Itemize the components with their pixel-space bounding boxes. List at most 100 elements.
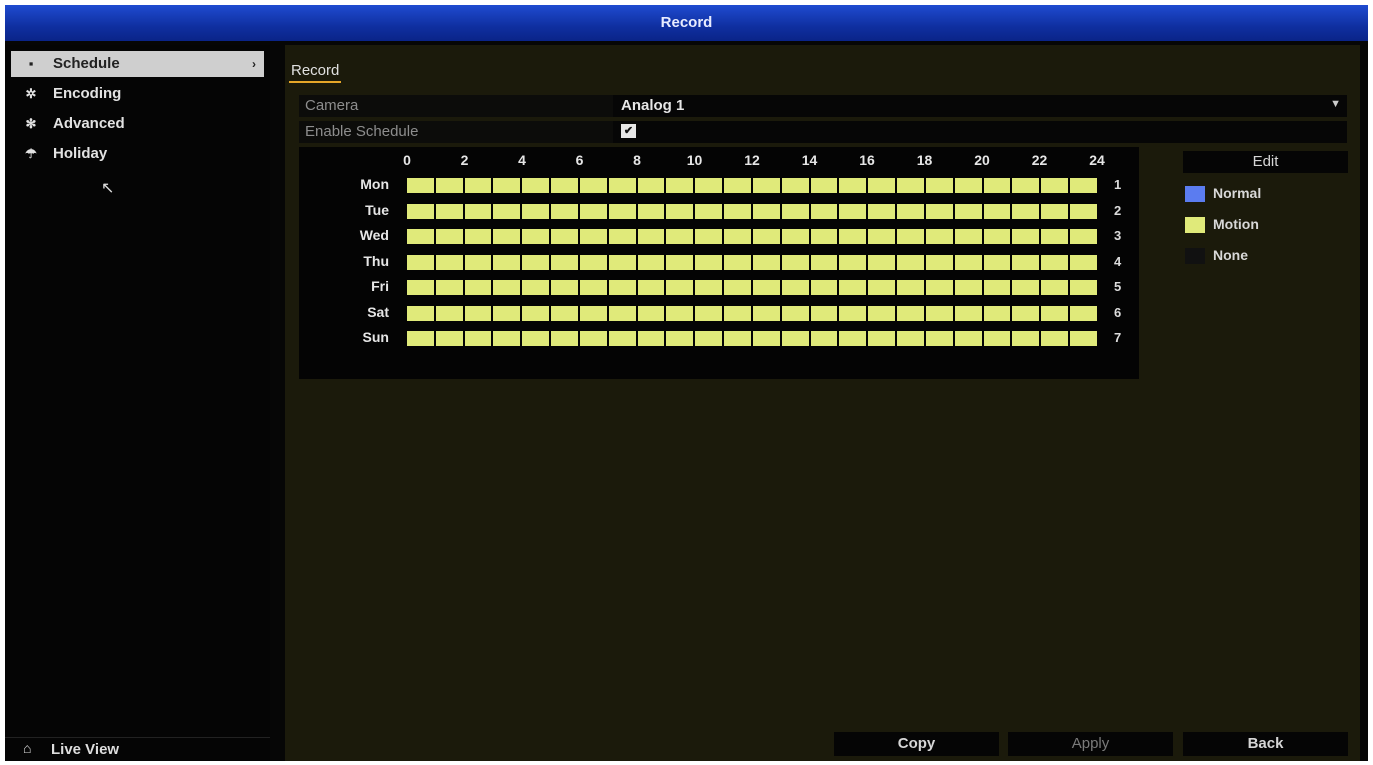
schedule-cell[interactable] [868,305,898,321]
schedule-cell[interactable] [435,203,465,219]
schedule-cell[interactable] [954,331,984,346]
schedule-cell[interactable] [925,280,955,295]
schedule-cell[interactable] [464,178,494,193]
schedule-cell[interactable] [666,178,696,193]
schedule-cell[interactable] [522,280,552,295]
schedule-cell[interactable] [781,331,811,346]
camera-select[interactable]: Analog 1 ▼ [613,95,1347,117]
schedule-cell[interactable] [695,229,725,244]
schedule-cell[interactable] [983,305,1013,321]
schedule-cell[interactable] [868,254,898,270]
schedule-cell[interactable] [983,178,1013,193]
schedule-cell[interactable] [1012,331,1042,346]
schedule-cell[interactable] [637,254,667,270]
schedule-cell[interactable] [493,178,523,193]
schedule-row[interactable] [407,280,1097,295]
schedule-cell[interactable] [897,280,926,295]
schedule-cell[interactable] [522,178,552,193]
schedule-cell[interactable] [868,331,898,346]
schedule-cell[interactable] [695,254,725,270]
schedule-cell[interactable] [1012,203,1042,219]
schedule-cell[interactable] [810,280,840,295]
schedule-cell[interactable] [752,305,782,321]
schedule-cell[interactable] [522,203,552,219]
schedule-cell[interactable] [897,305,926,321]
schedule-cell[interactable] [925,254,955,270]
schedule-cell[interactable] [579,305,609,321]
schedule-cell[interactable] [695,178,725,193]
schedule-cell[interactable] [839,229,869,244]
schedule-cell[interactable] [1070,305,1097,321]
schedule-cell[interactable] [1041,178,1071,193]
schedule-cell[interactable] [839,178,869,193]
schedule-cell[interactable] [1041,203,1071,219]
schedule-cell[interactable] [925,305,955,321]
sidebar-item-holiday[interactable]: ☂ Holiday [11,141,264,167]
schedule-cell[interactable] [551,203,580,219]
schedule-cell[interactable] [983,331,1013,346]
schedule-cell[interactable] [637,305,667,321]
schedule-cell[interactable] [724,305,753,321]
schedule-cell[interactable] [695,203,725,219]
schedule-cell[interactable] [954,229,984,244]
schedule-cell[interactable] [579,229,609,244]
schedule-cell[interactable] [608,254,638,270]
schedule-cell[interactable] [695,305,725,321]
schedule-row[interactable] [407,203,1097,219]
schedule-cell[interactable] [551,178,580,193]
schedule-cell[interactable] [1041,331,1071,346]
schedule-cell[interactable] [493,203,523,219]
schedule-cell[interactable] [637,229,667,244]
schedule-cell[interactable] [493,254,523,270]
schedule-cell[interactable] [810,331,840,346]
schedule-cell[interactable] [839,305,869,321]
schedule-cell[interactable] [954,305,984,321]
schedule-grid[interactable]: 0 2 4 6 8 10 12 14 16 18 20 22 24 Mon 1 Tue 2 Wed 3 Thu 4 Fri… [299,147,1139,379]
schedule-cell[interactable] [464,280,494,295]
schedule-cell[interactable] [724,331,753,346]
schedule-cell[interactable] [1041,280,1071,295]
schedule-cell[interactable] [522,229,552,244]
schedule-cell[interactable] [407,254,436,270]
schedule-cell[interactable] [1070,203,1097,219]
schedule-cell[interactable] [1041,254,1071,270]
schedule-cell[interactable] [983,203,1013,219]
schedule-cell[interactable] [752,229,782,244]
schedule-cell[interactable] [464,229,494,244]
sidebar-item-advanced[interactable]: ✻ Advanced [11,111,264,137]
schedule-cell[interactable] [781,229,811,244]
schedule-cell[interactable] [1041,229,1071,244]
schedule-cell[interactable] [464,254,494,270]
schedule-cell[interactable] [637,178,667,193]
schedule-cell[interactable] [724,178,753,193]
schedule-cell[interactable] [781,178,811,193]
schedule-cell[interactable] [897,229,926,244]
schedule-cell[interactable] [925,178,955,193]
schedule-cell[interactable] [1041,305,1071,321]
schedule-cell[interactable] [868,229,898,244]
schedule-cell[interactable] [724,229,753,244]
schedule-cell[interactable] [954,203,984,219]
schedule-cell[interactable] [925,331,955,346]
edit-button[interactable]: Edit [1183,151,1348,173]
schedule-cell[interactable] [464,305,494,321]
schedule-cell[interactable] [666,203,696,219]
schedule-cell[interactable] [464,203,494,219]
schedule-cell[interactable] [493,229,523,244]
schedule-cell[interactable] [579,254,609,270]
schedule-cell[interactable] [435,229,465,244]
schedule-cell[interactable] [522,331,552,346]
schedule-row[interactable] [407,254,1097,270]
schedule-cell[interactable] [493,331,523,346]
schedule-cell[interactable] [954,178,984,193]
schedule-cell[interactable] [1070,280,1097,295]
schedule-cell[interactable] [579,331,609,346]
schedule-cell[interactable] [781,305,811,321]
schedule-cell[interactable] [868,178,898,193]
schedule-cell[interactable] [608,229,638,244]
schedule-cell[interactable] [407,178,436,193]
schedule-cell[interactable] [435,331,465,346]
back-button[interactable]: Back [1183,732,1348,756]
schedule-cell[interactable] [983,280,1013,295]
schedule-cell[interactable] [551,305,580,321]
